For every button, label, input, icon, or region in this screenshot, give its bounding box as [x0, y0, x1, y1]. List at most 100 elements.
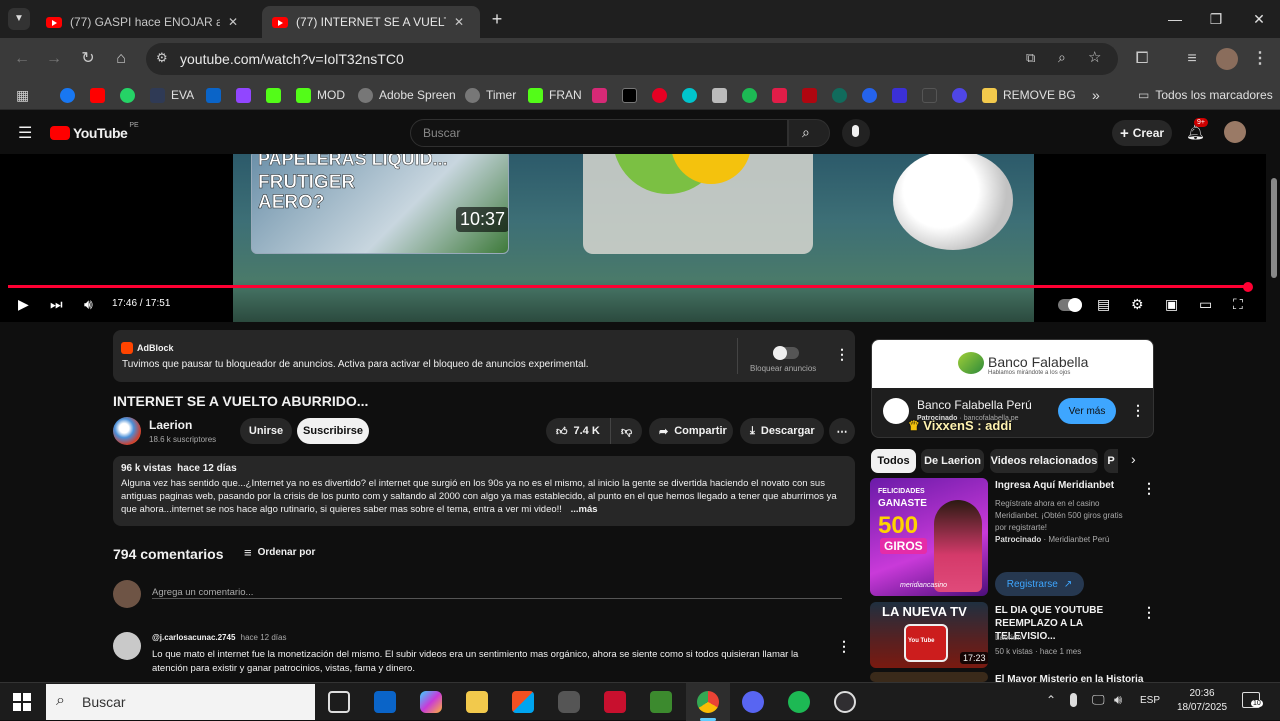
close-tab-icon[interactable]: ✕: [454, 15, 464, 29]
instagram-bookmark[interactable]: [592, 86, 613, 104]
zoom-icon[interactable]: ⌕: [1058, 49, 1066, 66]
chip-from-channel[interactable]: De Laerion: [921, 449, 984, 473]
back-icon[interactable]: ←: [12, 49, 32, 69]
rec-more-icon[interactable]: [1142, 604, 1146, 618]
channel-name[interactable]: Laerion: [149, 418, 192, 432]
adblock-more-icon[interactable]: [835, 346, 839, 360]
end-screen-thumbnail[interactable]: PAPELERAS LIQUID... FRUTIGER AERO? 10:37: [251, 154, 509, 254]
bookmark-mod[interactable]: MOD: [296, 86, 345, 104]
miniplayer-icon[interactable]: ▣: [1165, 296, 1178, 313]
all-bookmarks[interactable]: ▭ Todos los marcadores: [1138, 86, 1273, 104]
copilot-icon[interactable]: [420, 691, 442, 713]
spotify-bookmark[interactable]: [742, 86, 763, 104]
taskbar-search-input[interactable]: ⌕ Buscar: [46, 684, 315, 720]
notifications-button[interactable]: 🔔︎ 9+: [1186, 118, 1208, 141]
whatsapp-bookmark[interactable]: [120, 86, 141, 104]
obs-icon[interactable]: [834, 691, 856, 713]
chrome-taskbar-button[interactable]: [686, 683, 730, 721]
address-bar[interactable]: ⚙ youtube.com/watch?v=IolT32nsTC0 ⧉ ⌕ ☆: [146, 43, 1118, 75]
show-hidden-icons[interactable]: ⌃: [1046, 693, 1056, 707]
add-comment-input[interactable]: Agrega un comentario...: [152, 582, 842, 599]
notification-center[interactable]: 10: [1242, 692, 1263, 708]
bookmark-eva[interactable]: EVA: [150, 86, 194, 104]
search-input[interactable]: Buscar: [410, 119, 788, 147]
progress-bar[interactable]: [8, 285, 1248, 288]
play-bookmark[interactable]: [862, 86, 883, 104]
subtitles-icon[interactable]: ▤: [1097, 296, 1110, 313]
profile-avatar[interactable]: [1216, 48, 1238, 70]
channel-avatar[interactable]: [113, 417, 141, 445]
minimize-button[interactable]: —: [1164, 8, 1186, 30]
show-more-link[interactable]: ...más: [571, 504, 598, 515]
more-actions-button[interactable]: ⋯: [829, 418, 855, 444]
theater-mode-icon[interactable]: ▭: [1199, 296, 1212, 313]
m-bookmark[interactable]: [892, 86, 913, 104]
sponsor-card[interactable]: Banco Falabella Hablamos mirándote a los…: [871, 339, 1154, 438]
microphone-tray-icon[interactable]: [1070, 693, 1077, 707]
apps-icon[interactable]: ▦: [16, 86, 29, 104]
network-icon[interactable]: 🖵︎: [1092, 692, 1105, 708]
bookmark-adobe-spreen[interactable]: Adobe Spreen: [358, 86, 456, 104]
restore-button[interactable]: ❐: [1205, 8, 1227, 30]
bookmark-remove-bg[interactable]: REMOVE BG: [982, 86, 1076, 104]
chip-all[interactable]: Todos: [871, 449, 916, 473]
guide-menu-icon[interactable]: ☰: [18, 123, 32, 143]
chips-next-icon[interactable]: ›: [1131, 451, 1136, 467]
bookmark-timer[interactable]: Timer: [465, 86, 516, 104]
share-button[interactable]: ➦ Compartir: [649, 418, 733, 444]
canva-bookmark[interactable]: [682, 86, 703, 104]
acrobat-icon[interactable]: [604, 691, 626, 713]
netflix-bookmark[interactable]: [802, 86, 823, 104]
description-box[interactable]: 96 k vistas hace 12 días Alguna vez has …: [113, 456, 855, 526]
voice-search-button[interactable]: [842, 119, 870, 147]
like-button[interactable]: 👍︎ 7.4 K: [546, 418, 610, 444]
outlook-icon[interactable]: [374, 691, 396, 713]
join-button[interactable]: Unirse: [240, 418, 292, 444]
site-info-icon[interactable]: ⚙: [156, 50, 168, 66]
register-button[interactable]: Registrarse ↗: [995, 572, 1084, 596]
more-menu-icon[interactable]: ⋮: [1250, 49, 1270, 69]
play-button[interactable]: ▶: [18, 296, 29, 313]
recommendation-video-partial[interactable]: El Mayor Misterio en la Historia: [870, 672, 1160, 682]
recommendation-video[interactable]: LA NUEVA TV You Tube 17:23 EL DIA QUE YO…: [870, 602, 1160, 668]
microsoft-store-icon[interactable]: [512, 691, 534, 713]
twitch-bookmark[interactable]: [236, 86, 257, 104]
camera-icon[interactable]: [558, 691, 580, 713]
new-tab-button[interactable]: +: [486, 8, 508, 30]
forward-icon[interactable]: →: [44, 49, 64, 69]
adblock-toggle[interactable]: [773, 346, 799, 360]
search-button[interactable]: ⌕: [788, 119, 830, 147]
bookmark-star-icon[interactable]: ☆: [1088, 48, 1101, 66]
globe-bookmark[interactable]: [952, 86, 973, 104]
y-bookmark[interactable]: [922, 86, 943, 104]
start-button[interactable]: [13, 693, 31, 711]
create-button[interactable]: + Crear: [1112, 120, 1172, 146]
input-language[interactable]: ESP: [1140, 695, 1160, 706]
scrollbar-thumb[interactable]: [1271, 178, 1277, 278]
youtube-logo[interactable]: YouTube PE: [50, 122, 139, 141]
next-button[interactable]: ⏭: [50, 296, 63, 313]
close-tab-icon[interactable]: ✕: [228, 15, 238, 29]
clock[interactable]: 20:36 18/07/2025: [1172, 687, 1232, 715]
sort-comments-button[interactable]: ≡ Ordenar por: [244, 545, 315, 560]
browser-tab-active[interactable]: (77) INTERNET SE A VUELTO ABURRIDO... ✕: [262, 6, 480, 38]
kick-bookmark[interactable]: [266, 86, 287, 104]
edge-bookmark[interactable]: [832, 86, 853, 104]
media-controls-icon[interactable]: ≡: [1182, 49, 1202, 69]
discord-icon[interactable]: [742, 691, 764, 713]
browser-tab[interactable]: (77) GASPI hace ENOJAR a la GEN ✕: [36, 6, 258, 38]
fullscreen-icon[interactable]: ⛶: [1233, 296, 1243, 313]
pinterest-bookmark[interactable]: [652, 86, 673, 104]
more-bookmarks-icon[interactable]: »: [1092, 86, 1100, 104]
extensions-icon[interactable]: ⧠: [1132, 49, 1152, 69]
x-bookmark[interactable]: [622, 86, 643, 104]
sponsor-cta-button[interactable]: Ver más: [1058, 398, 1116, 424]
task-view-icon[interactable]: [328, 691, 350, 713]
dislike-button[interactable]: 👎︎: [610, 418, 642, 444]
recommendation-ad[interactable]: FELICIDADES GANASTE 500 GIROS meridianca…: [870, 478, 1160, 598]
tab-search-button[interactable]: ▼: [8, 8, 30, 30]
rec-more-icon[interactable]: [1142, 480, 1146, 494]
account-avatar[interactable]: [1224, 121, 1246, 143]
home-icon[interactable]: ⌂: [111, 49, 131, 69]
sponsor-more-icon[interactable]: [1131, 402, 1135, 416]
